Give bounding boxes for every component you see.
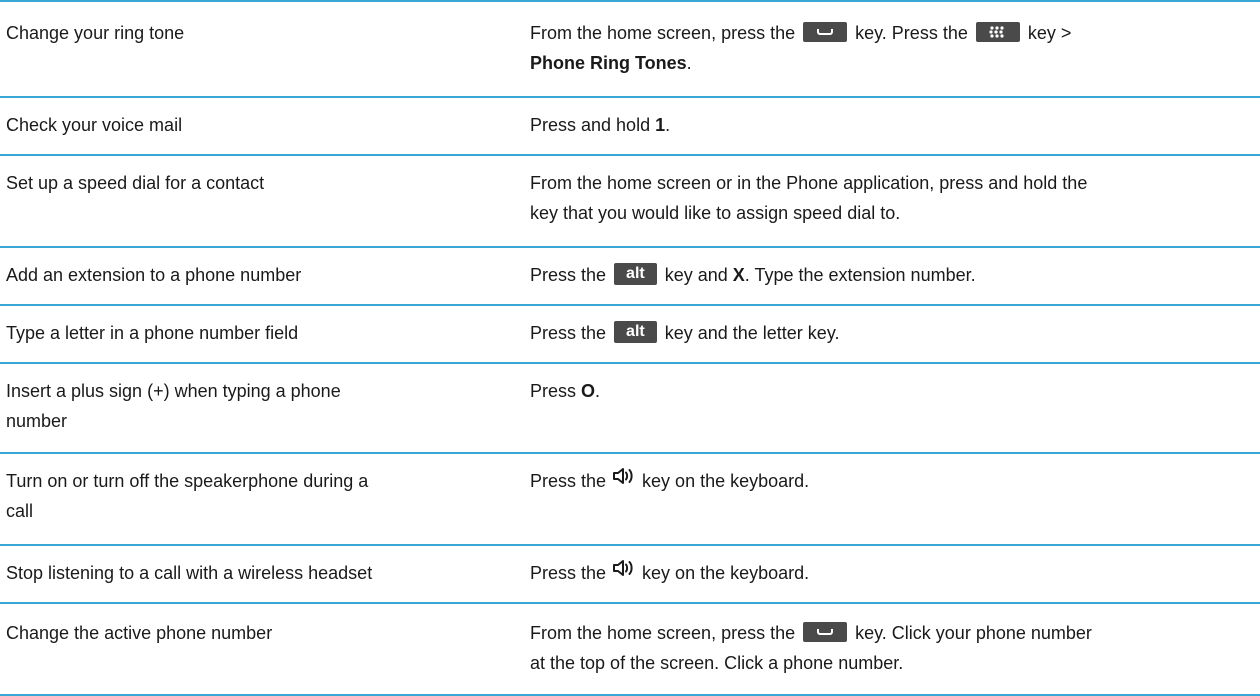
shortcut-cell: Press the key on the keyboard.: [530, 466, 1250, 497]
shortcut-text: at the top of the screen. Click a phone …: [530, 653, 904, 673]
shortcut-text: Press the: [530, 323, 607, 343]
shortcut-text: . Type the extension number.: [744, 265, 976, 285]
shortcut-cell: Press the alt key and X. Type the extensio…: [530, 260, 1250, 290]
task-cell: Turn on or turn off the speakerphone dur…: [6, 466, 476, 526]
shortcut-text: key on the keyboard.: [642, 563, 810, 583]
shortcut-text: Press the: [530, 471, 607, 491]
task-cell: Change your ring tone: [6, 18, 476, 48]
shortcut-text: .: [595, 381, 601, 401]
shortcut-cell: Press the key on the keyboard.: [530, 558, 1250, 589]
task-cell: Set up a speed dial for a contact: [6, 168, 476, 198]
task-cell: Stop listening to a call with a wireless…: [6, 558, 476, 588]
alt-key: alt: [614, 321, 657, 344]
send-key-icon: [803, 622, 848, 643]
table-row: Turn on or turn off the speakerphone dur…: [0, 452, 1260, 544]
shortcut-text: key. Click your phone number: [855, 623, 1092, 643]
table-row: Change your ring tone From the home scre…: [0, 0, 1260, 96]
shortcut-text: key and the letter key.: [664, 323, 840, 343]
shortcut-text: key. Press the: [855, 23, 968, 43]
shortcut-text: From the home screen, press the: [530, 623, 796, 643]
shortcut-cell: From the home screen, press the key. Pres…: [530, 18, 1250, 78]
table-row: Insert a plus sign (+) when typing a pho…: [0, 362, 1260, 452]
task-text: Add an extension to a phone number: [6, 265, 302, 285]
shortcut-text: key that you would like to assign speed …: [530, 203, 901, 223]
table-row: Add an extension to a phone number Press…: [0, 246, 1260, 304]
menu-key-icon: [975, 22, 1020, 43]
table-row: Type a letter in a phone number field Pr…: [0, 304, 1260, 362]
key-name: X: [732, 265, 745, 285]
shortcut-text: key >: [1027, 23, 1072, 43]
speaker-key-icon: [612, 557, 636, 587]
task-text: Change the active phone number: [6, 623, 273, 643]
task-cell: Insert a plus sign (+) when typing a pho…: [6, 376, 476, 436]
menu-item-name: Phone Ring Tones: [530, 53, 687, 73]
task-text: call: [6, 501, 34, 521]
send-key-icon: [803, 22, 848, 43]
alt-key: alt: [614, 263, 657, 286]
shortcut-text: From the home screen or in the Phone app…: [530, 173, 1088, 193]
table-row: Check your voice mail Press and hold 1.: [0, 96, 1260, 154]
shortcut-cell: Press and hold 1.: [530, 110, 1250, 140]
table-row: Set up a speed dial for a contact From t…: [0, 154, 1260, 246]
task-cell: Change the active phone number: [6, 618, 476, 648]
task-text: number: [6, 411, 68, 431]
shortcut-text: key and: [664, 265, 733, 285]
shortcut-text: Press the: [530, 265, 607, 285]
shortcut-cell: Press O.: [530, 376, 1250, 406]
shortcut-cell: From the home screen or in the Phone app…: [530, 168, 1250, 228]
key-name: 1: [655, 115, 666, 135]
shortcut-text: .: [665, 115, 671, 135]
task-cell: Add an extension to a phone number: [6, 260, 476, 290]
key-name: O: [581, 381, 596, 401]
shortcut-cell: From the home screen, press the key. Clic…: [530, 618, 1250, 678]
task-text: Check your voice mail: [6, 115, 183, 135]
task-cell: Type a letter in a phone number field: [6, 318, 476, 348]
task-cell: Check your voice mail: [6, 110, 476, 140]
task-text: Set up a speed dial for a contact: [6, 173, 265, 193]
task-text: Stop listening to a call with a wireless…: [6, 563, 373, 583]
shortcut-text: Press: [530, 381, 582, 401]
task-text: Change your ring tone: [6, 23, 185, 43]
shortcut-text: Press the: [530, 563, 607, 583]
shortcut-text: Press and hold: [530, 115, 656, 135]
shortcuts-table: Change your ring tone From the home scre…: [0, 0, 1260, 696]
shortcut-cell: Press the alt key and the letter key.: [530, 318, 1250, 348]
shortcut-text: .: [686, 53, 692, 73]
shortcut-text: From the home screen, press the: [530, 23, 796, 43]
shortcut-text: key on the keyboard.: [642, 471, 810, 491]
task-text: Insert a plus sign (+) when typing a pho…: [6, 381, 341, 401]
task-text: Turn on or turn off the speakerphone dur…: [6, 471, 369, 491]
speaker-key-icon: [612, 465, 636, 495]
task-text: Type a letter in a phone number field: [6, 323, 299, 343]
table-row: Stop listening to a call with a wireless…: [0, 544, 1260, 602]
